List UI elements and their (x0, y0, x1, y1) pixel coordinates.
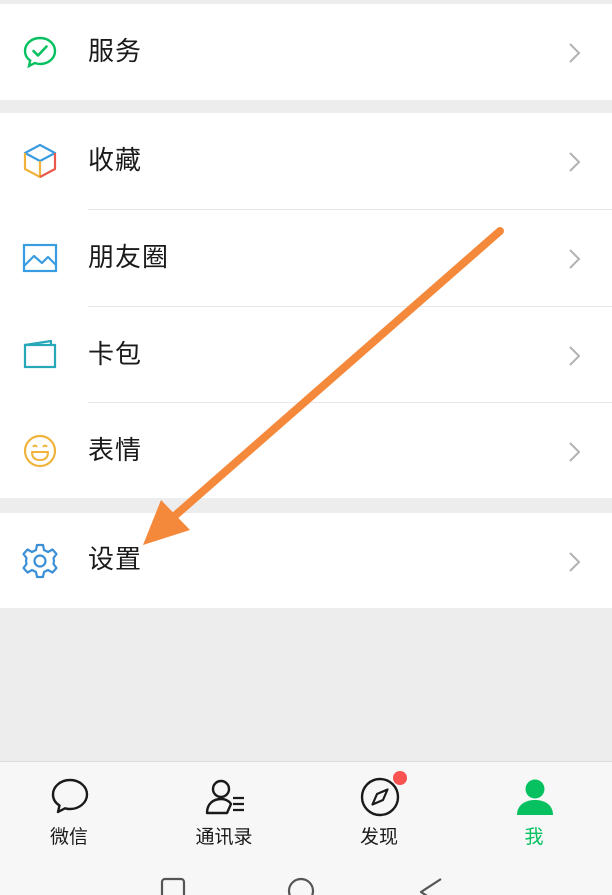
recent-apps-icon[interactable] (160, 877, 186, 895)
tab-label: 我 (524, 826, 544, 848)
me-icon (514, 776, 556, 818)
sticker-icon (21, 432, 59, 470)
service-icon (21, 33, 59, 71)
tab-label: 发现 (359, 826, 398, 848)
menu-item-label: 卡包 (88, 340, 143, 370)
settings-group: 设置 (0, 513, 612, 608)
menu-item-card-wallet[interactable]: 卡包 (0, 307, 612, 403)
settings-icon (21, 542, 59, 580)
chevron-right-icon (568, 441, 582, 463)
back-icon[interactable] (418, 877, 444, 895)
home-icon[interactable] (287, 877, 315, 895)
chevron-right-icon (568, 248, 582, 270)
menu-item-favorites[interactable]: 收藏 (0, 113, 612, 209)
menu-item-label: 表情 (88, 436, 143, 466)
menu-item-settings[interactable]: 设置 (0, 513, 612, 608)
system-navigation-bar (0, 857, 612, 895)
card-wallet-icon (21, 336, 59, 374)
tab-contacts[interactable]: 通讯录 (174, 762, 274, 858)
chevron-right-icon (568, 345, 582, 367)
tab-discover[interactable]: 发现 (329, 762, 429, 858)
notification-badge-dot (393, 771, 407, 785)
tab-me[interactable]: 我 (484, 762, 584, 858)
bottom-tab-bar: 微信 通讯录 发现 我 (0, 761, 612, 857)
tab-chats[interactable]: 微信 (19, 762, 119, 858)
service-group: 服务 (0, 4, 612, 100)
chevron-right-icon (568, 151, 582, 173)
menu-item-service[interactable]: 服务 (0, 4, 612, 100)
menu-item-label: 设置 (88, 545, 143, 575)
menu-item-stickers[interactable]: 表情 (0, 403, 612, 499)
chat-icon (49, 776, 91, 818)
me-page: 服务 收藏 朋友圈 卡包 表情 设置 微信 通讯录 发现 我 (0, 0, 612, 895)
favorites-icon (21, 142, 59, 180)
menu-item-moments[interactable]: 朋友圈 (0, 210, 612, 306)
chevron-right-icon (568, 551, 582, 573)
menu-item-label: 收藏 (88, 146, 143, 176)
tab-label: 微信 (49, 826, 88, 848)
content-group: 收藏 朋友圈 卡包 表情 (0, 113, 612, 498)
menu-item-label: 朋友圈 (88, 243, 170, 273)
contacts-icon (204, 776, 246, 818)
menu-item-label: 服务 (88, 37, 143, 67)
moments-icon (21, 239, 59, 277)
chevron-right-icon (568, 42, 582, 64)
tab-label: 通讯录 (195, 826, 253, 848)
